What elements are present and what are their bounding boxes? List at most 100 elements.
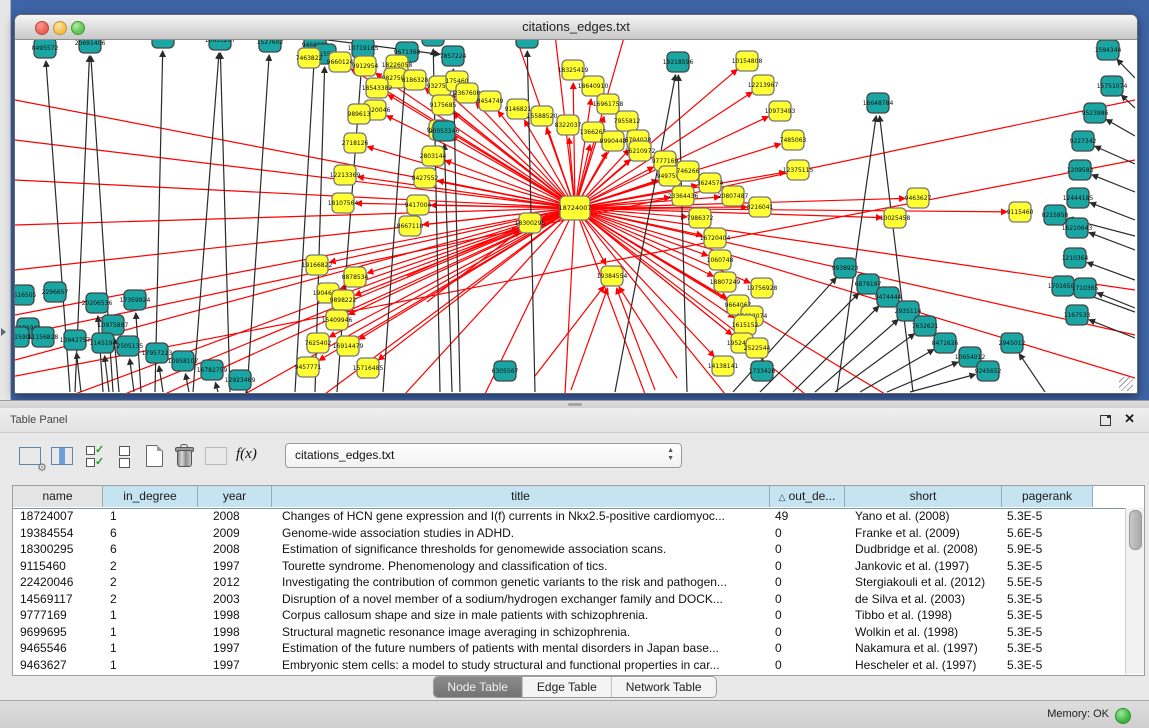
- tab-network-table[interactable]: Network Table: [612, 677, 716, 697]
- float-panel-icon[interactable]: [1100, 415, 1111, 426]
- close-panel-icon[interactable]: ✕: [1124, 411, 1135, 427]
- graph-edge[interactable]: [575, 99, 591, 208]
- graph-edge[interactable]: [1087, 262, 1135, 280]
- cell-pagerank: 5.6E-5: [1007, 525, 1091, 542]
- function-builder-icon[interactable]: f(x): [234, 442, 262, 470]
- graph-edge[interactable]: [367, 208, 575, 273]
- table-selector-dropdown[interactable]: citations_edges.txt ▲▼: [285, 443, 682, 468]
- column-header-in-degree[interactable]: in_degree: [103, 486, 198, 507]
- column-header-out-de-[interactable]: △out_de...: [770, 486, 845, 507]
- column-header-short[interactable]: short: [845, 486, 1002, 507]
- graph-edge[interactable]: [15, 208, 575, 225]
- graph-edge[interactable]: [155, 51, 163, 392]
- cell-out-de-: 0: [775, 525, 843, 542]
- show-columns-icon[interactable]: [48, 442, 76, 470]
- graph-node-label: 9417004: [405, 202, 432, 209]
- graph-edge[interactable]: [1117, 59, 1135, 78]
- network-view-window[interactable]: citations_edges.txt 84955722069140623037…: [14, 14, 1138, 394]
- graph-node-label: 1210364: [1062, 255, 1089, 262]
- graph-edge[interactable]: [1019, 354, 1045, 392]
- expand-panel-arrow-icon[interactable]: [1, 328, 6, 336]
- tab-node-table[interactable]: Node Table: [433, 677, 523, 697]
- minimize-window-button[interactable]: [53, 21, 67, 35]
- graph-node-label: 989613: [348, 111, 371, 118]
- graph-edge[interactable]: [565, 208, 575, 393]
- network-canvas[interactable]: 8495572206914062303719810653267152760294…: [15, 40, 1135, 393]
- table-row[interactable]: 2242004622012Investigating the contribut…: [13, 574, 1123, 591]
- table-row[interactable]: 977716911998Corpus callosum shape and si…: [13, 607, 1123, 624]
- table-row[interactable]: 911546021997Tourette syndrome. Phenomeno…: [13, 558, 1123, 575]
- select-columns-icon[interactable]: ✓ ✓: [82, 442, 110, 470]
- graph-node[interactable]: [422, 40, 444, 46]
- graph-edge[interactable]: [619, 287, 677, 378]
- graph-edge[interactable]: [1089, 233, 1135, 250]
- cell-name: 19384554: [20, 525, 101, 542]
- column-header-title[interactable]: title: [272, 486, 770, 507]
- graph-edge[interactable]: [1090, 203, 1135, 220]
- graph-edge[interactable]: [105, 356, 109, 392]
- table-row[interactable]: 1872400712008Changes of HCN gene express…: [13, 508, 1123, 525]
- table-row[interactable]: 1938455462009Genome-wide association stu…: [13, 525, 1123, 542]
- table-row[interactable]: 946554611997Estimation of the future num…: [13, 640, 1123, 657]
- table-settings-icon[interactable]: ⚙: [16, 442, 44, 470]
- graph-edge[interactable]: [793, 306, 879, 392]
- graph-node-label: 18300295: [515, 220, 546, 227]
- graph-edge[interactable]: [815, 320, 898, 392]
- delete-table-icon[interactable]: [170, 442, 198, 470]
- table-row[interactable]: 1830029562008Estimation of significance …: [13, 541, 1123, 558]
- column-header-name[interactable]: name: [13, 486, 103, 507]
- graph-edge[interactable]: [193, 53, 219, 392]
- window-resize-grip[interactable]: [1119, 377, 1133, 391]
- graph-edge[interactable]: [571, 288, 608, 390]
- graph-edge[interactable]: [1106, 119, 1135, 136]
- graph-edge[interactable]: [76, 353, 81, 392]
- splitter-handle[interactable]: [568, 403, 582, 406]
- graph-edge[interactable]: [837, 116, 876, 392]
- graph-edge[interactable]: [1095, 146, 1135, 164]
- network-window-titlebar[interactable]: citations_edges.txt: [15, 15, 1137, 40]
- graph-node-label: 10973493: [765, 108, 796, 115]
- graph-edge[interactable]: [1089, 320, 1135, 338]
- column-header-year[interactable]: year: [198, 486, 272, 507]
- graph-node-label: 10025458: [880, 215, 911, 222]
- graph-edge[interactable]: [887, 362, 958, 392]
- graph-edge[interactable]: [617, 288, 655, 390]
- scrollbar-thumb[interactable]: [1129, 510, 1142, 550]
- graph-edge[interactable]: [220, 53, 230, 392]
- graph-edge[interactable]: [215, 383, 218, 392]
- graph-node-label: 18640910: [578, 83, 609, 90]
- graph-edge[interactable]: [427, 231, 520, 302]
- graph-edge[interactable]: [1092, 175, 1135, 192]
- graph-node-label: 18107564: [328, 200, 359, 207]
- graph-edge[interactable]: [130, 359, 134, 392]
- column-header-pagerank[interactable]: pagerank: [1002, 486, 1093, 507]
- graph-node-label: 12375115: [783, 167, 814, 174]
- cell-title: Estimation of the future numbers of pati…: [282, 640, 768, 657]
- table-row[interactable]: 946362711997Embryonic stem cells: a mode…: [13, 657, 1123, 674]
- close-window-button[interactable]: [35, 21, 49, 35]
- show-rows-icon[interactable]: [110, 442, 138, 470]
- graph-edge[interactable]: [910, 374, 975, 392]
- memory-ok-indicator: [1115, 708, 1131, 724]
- graph-node-label: 1733426: [749, 368, 776, 375]
- graph-node-label: 9463627: [905, 195, 932, 202]
- graph-edge[interactable]: [444, 144, 452, 392]
- graph-edge[interactable]: [451, 137, 575, 208]
- new-table-icon[interactable]: [140, 442, 168, 470]
- table-vertical-scrollbar[interactable]: [1125, 508, 1144, 674]
- control-panel-collapsed-strip[interactable]: [0, 0, 11, 400]
- table-row[interactable]: 1456911722003Disruption of a novel membe…: [13, 591, 1123, 608]
- cell-pagerank: 5.3E-5: [1007, 607, 1091, 624]
- tab-edge-table[interactable]: Edge Table: [523, 677, 612, 697]
- graph-node-label: 11156828: [28, 334, 59, 341]
- citation-graph[interactable]: 8495572206914062303719810653267152760294…: [15, 40, 1135, 393]
- table-tab-group: Node TableEdge TableNetwork Table: [432, 676, 716, 698]
- graph-edge[interactable]: [575, 208, 1135, 378]
- table-row[interactable]: 969969511998Structural magnetic resonanc…: [13, 624, 1123, 641]
- graph-edge[interactable]: [247, 55, 269, 392]
- table-toolbar: ⚙ ✓ ✓ f(x) citations_edges.txt ▲▼: [0, 438, 1149, 478]
- maximize-window-button[interactable]: [71, 21, 85, 35]
- graph-edge[interactable]: [860, 349, 934, 392]
- graph-edge[interactable]: [575, 208, 714, 357]
- graph-edge[interactable]: [880, 116, 913, 392]
